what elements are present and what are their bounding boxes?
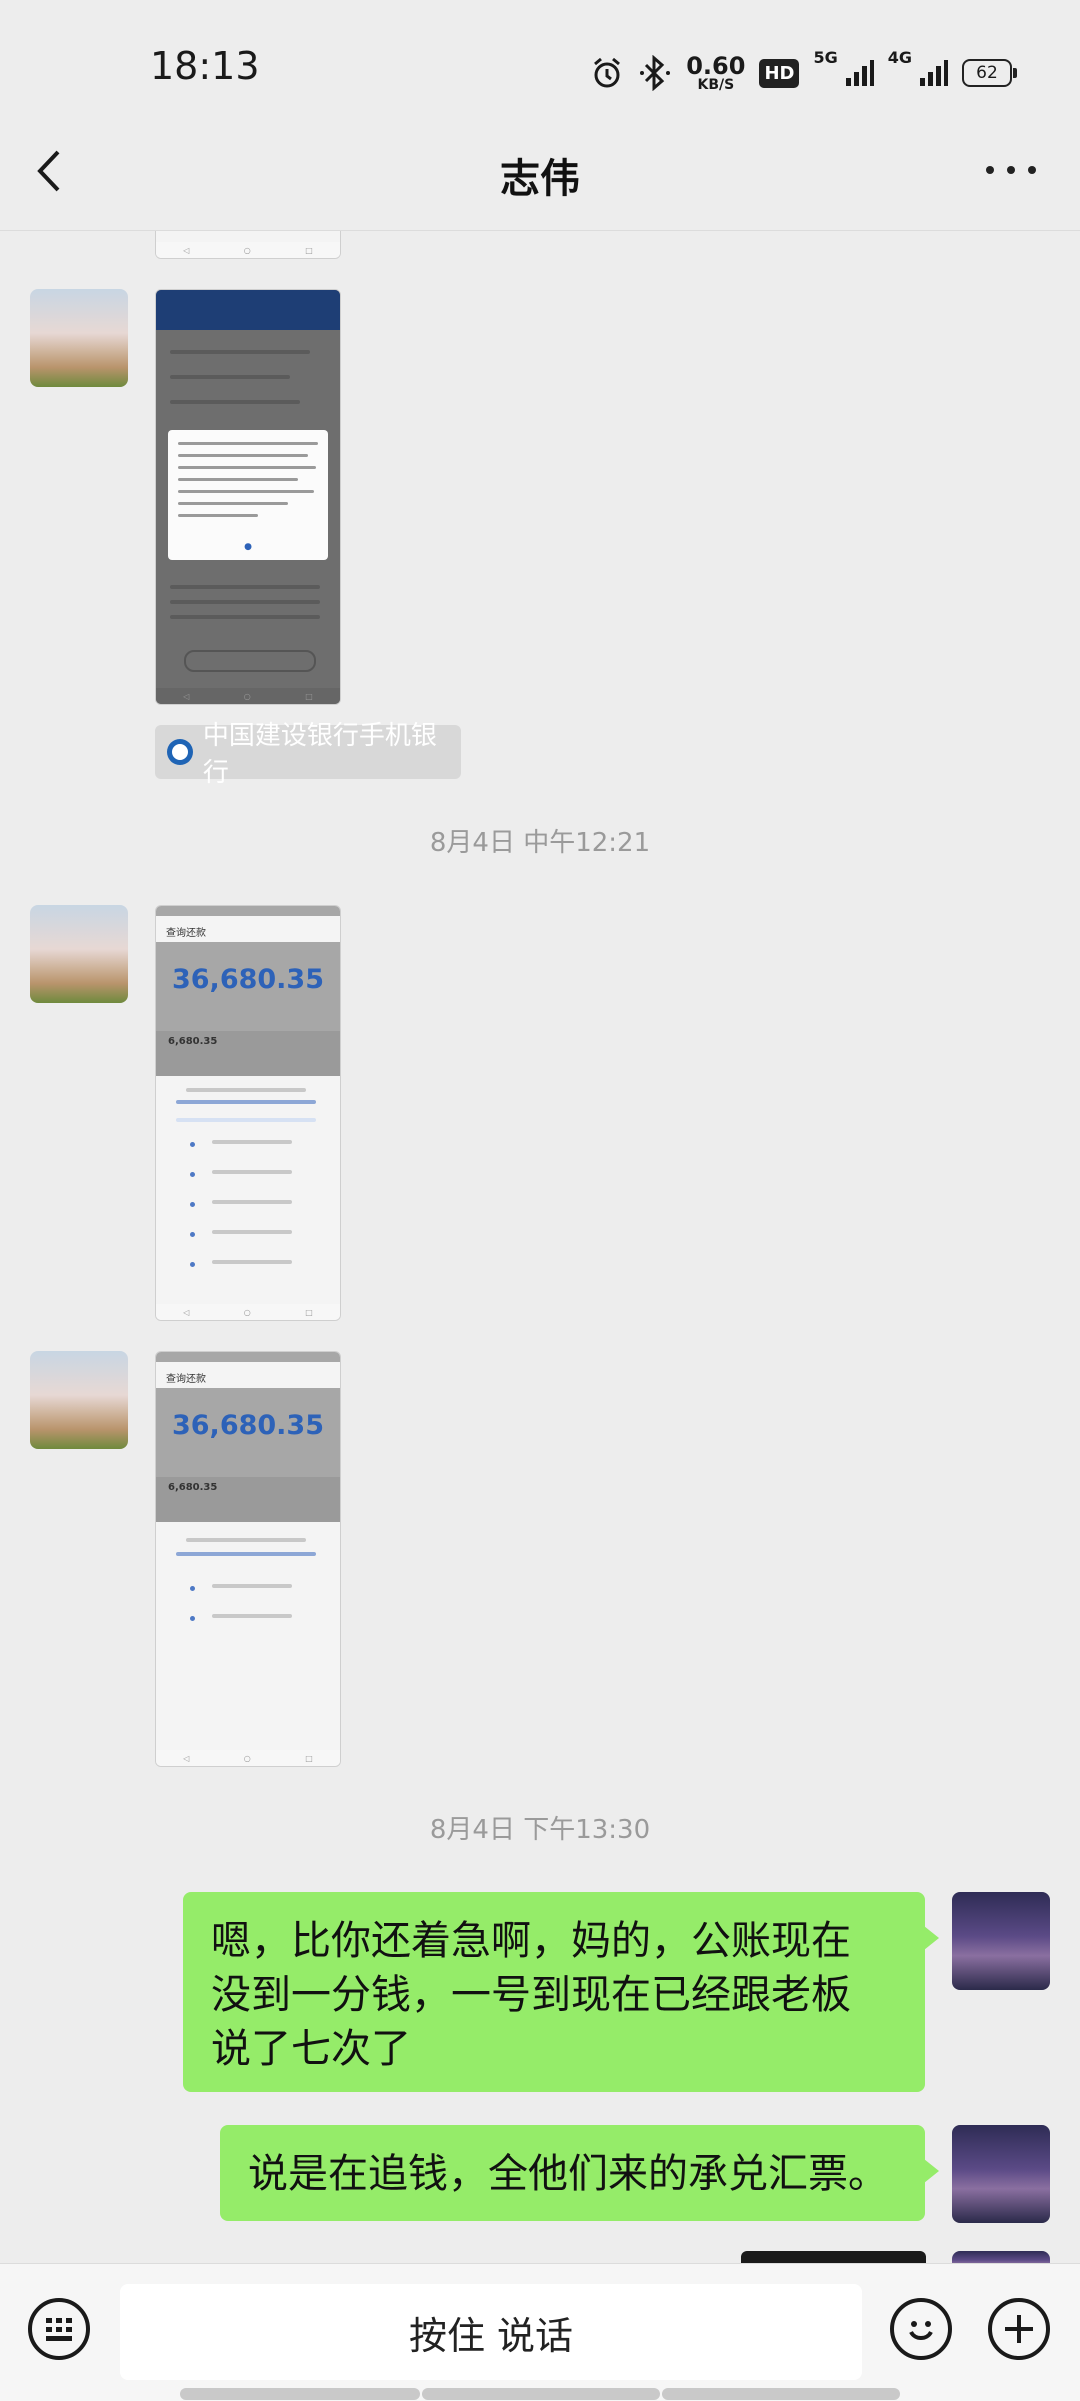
message-bubble-outgoing[interactable]: 说是在追钱，全他们来的承兑汇票。 (220, 2125, 939, 2221)
net-speed: 0.60 KB/S (686, 52, 746, 93)
avatar[interactable] (952, 2125, 1050, 2223)
avatar[interactable] (30, 1351, 128, 1449)
screenshot-title: 查询还款 (166, 1374, 206, 1385)
more-actions-button[interactable] (988, 2298, 1050, 2360)
more-dots-icon (986, 166, 994, 174)
input-bar: 按住 说话 (0, 2263, 1080, 2401)
hold-to-talk-button[interactable]: 按住 说话 (120, 2284, 862, 2380)
network-4g-label: 4G (887, 48, 912, 67)
status-time: 18:13 (150, 44, 260, 88)
battery-icon: 62 (962, 59, 1017, 87)
screenshot-amount: 36,680.35 (171, 1410, 325, 1441)
avatar[interactable] (952, 1892, 1050, 1990)
timestamp: 8月4日 中午12:21 (429, 828, 651, 858)
message-line: 说是在追钱，全他们来的承兑汇票。 (248, 2151, 888, 2197)
message-line: 说了七次了 (211, 2026, 411, 2072)
screenshot-sub-amount: 6,680.35 (168, 1036, 218, 1047)
app-source-card[interactable]: 中国建设银行手机银行 (155, 721, 461, 788)
chat-title: 志伟 (500, 156, 580, 202)
app-source-label: 中国建设银行手机银行 (202, 721, 437, 788)
message-bubble-outgoing[interactable]: 嗯，比你还着急啊，妈的，公账现在 没到一分钱，一号到现在已经跟老板 说了七次了 (183, 1892, 939, 2092)
bluetooth-icon (638, 55, 672, 91)
emoji-button[interactable] (890, 2298, 952, 2360)
message-line: 嗯，比你还着急啊，妈的，公账现在 (211, 1918, 851, 1964)
plus-icon (1005, 2315, 1033, 2343)
signal-icon (918, 58, 948, 88)
message-bubble-outgoing[interactable] (741, 2251, 926, 2263)
keyboard-icon (46, 2317, 72, 2341)
avatar[interactable] (952, 2251, 1050, 2263)
more-button[interactable] (986, 160, 1036, 180)
screenshot-amount: 36,680.35 (171, 964, 325, 995)
image-message[interactable]: ● ◁ ○ □ (155, 289, 341, 705)
screenshot-sub-amount: 6,680.35 (168, 1482, 218, 1493)
screenshot-title: 查询还款 (166, 928, 206, 939)
keyboard-button[interactable] (28, 2298, 90, 2360)
chat-header: 志伟 (0, 110, 1080, 231)
image-message[interactable]: 查询还款 36,680.35 6,680.35 ◁ ○ □ (155, 1351, 341, 1767)
image-message[interactable]: 查询还款 36,680.35 6,680.35 ◁ ○ □ (155, 905, 341, 1321)
avatar[interactable] (30, 905, 128, 1003)
signal-icon (844, 58, 874, 88)
message-line: 没到一分钱，一号到现在已经跟老板 (211, 1972, 851, 2018)
dialog-preview: ● (168, 430, 328, 560)
gesture-bar (422, 2388, 660, 2400)
gesture-bar (662, 2388, 900, 2400)
network-5g-label: 5G (813, 48, 838, 67)
gesture-bar (180, 2388, 420, 2400)
hd-badge: HD (759, 58, 800, 88)
status-icons: 0.60 KB/S HD 5G 4G 62 (590, 48, 1017, 98)
timestamp: 8月4日 下午13:30 (429, 1815, 651, 1845)
chat-messages[interactable]: ◁ ○ □ ● ◁ ○ □ 中国建设银行手机银行 8月4日 中午12:21 查询… (0, 231, 1080, 2263)
ccb-logo-icon (167, 739, 193, 765)
image-message[interactable]: ◁ ○ □ (155, 231, 341, 259)
avatar[interactable] (30, 289, 128, 387)
alarm-icon (590, 56, 624, 90)
emoji-icon (909, 2321, 933, 2340)
